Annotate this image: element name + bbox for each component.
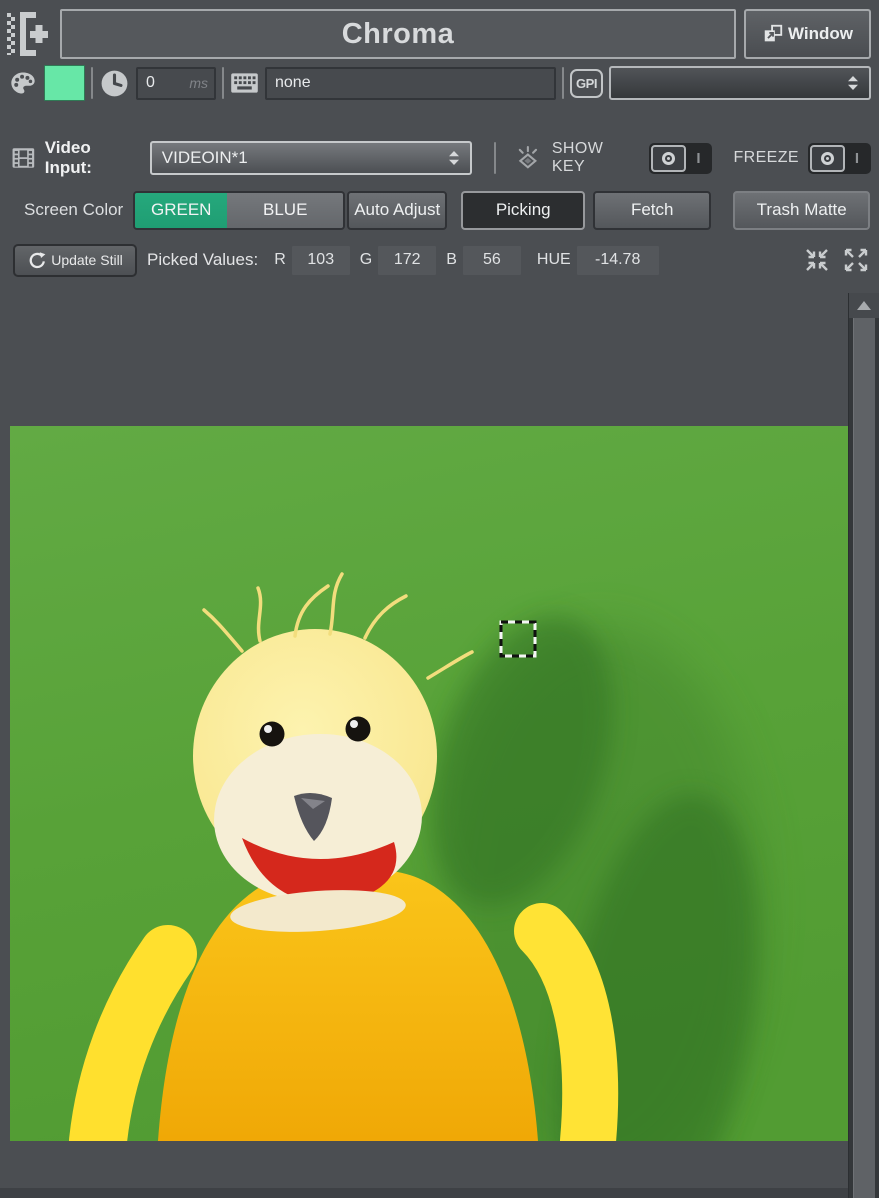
separator (494, 142, 496, 174)
g-label: G (360, 251, 372, 269)
show-key-toggle[interactable]: I (649, 143, 712, 174)
show-key-off-selected[interactable] (651, 145, 686, 172)
picked-values-label: Picked Values: (147, 250, 258, 270)
update-still-label: Update Still (51, 252, 123, 268)
collapse-arrows-icon (804, 247, 830, 273)
r-label: R (274, 251, 286, 269)
clock-icon (99, 68, 130, 99)
hue-label: HUE (537, 251, 571, 269)
hue-value: -14.78 (577, 246, 659, 275)
duration-field-wrap: ms (136, 67, 216, 100)
window-popout-icon (762, 23, 784, 45)
separator (222, 67, 224, 99)
freeze-label: FREEZE (733, 149, 799, 167)
film-strip-icon (10, 145, 37, 171)
page-title: Chroma (342, 18, 455, 51)
update-still-button[interactable]: Update Still (13, 244, 137, 277)
expand-arrows-icon (843, 247, 869, 273)
auto-adjust-button[interactable]: Auto Adjust (347, 191, 447, 230)
expand-view-button[interactable] (842, 247, 869, 274)
header: Chroma Window (6, 8, 871, 60)
toolbar-row: ms GPI (8, 65, 871, 101)
green-screen-scene (10, 426, 848, 1141)
window-button[interactable]: Window (744, 9, 871, 59)
separator (562, 67, 564, 99)
preset-dropdown[interactable] (609, 66, 871, 100)
r-value: 103 (292, 246, 350, 275)
blue-option[interactable]: BLUE (227, 193, 343, 228)
shortcut-input[interactable] (265, 67, 556, 100)
key-color-swatch[interactable] (44, 65, 85, 101)
gpi-button[interactable]: GPI (570, 69, 603, 98)
keyboard-icon (230, 71, 259, 95)
screen-color-label: Screen Color (24, 200, 123, 220)
show-key-on-option[interactable]: I (686, 150, 710, 167)
show-key-lamp-icon (514, 144, 542, 172)
palette-icon (8, 69, 38, 97)
video-preview[interactable] (10, 426, 848, 1141)
scrollbar-thumb[interactable] (853, 318, 875, 1198)
video-input-row: Video Input: VIDEOIN*1 SHOW KEY I FREEZE… (10, 138, 871, 178)
trash-matte-button[interactable]: Trash Matte (733, 191, 870, 230)
b-label: B (446, 251, 457, 269)
updown-arrows-icon (448, 150, 460, 166)
b-value: 56 (463, 246, 521, 275)
duration-input[interactable] (136, 67, 216, 100)
scrollbar-up-button[interactable] (849, 293, 879, 318)
show-key-label: SHOW KEY (552, 140, 641, 176)
effect-title-box: Chroma (60, 9, 736, 59)
refresh-icon (27, 250, 48, 271)
picking-button[interactable]: Picking (461, 191, 585, 230)
fetch-button[interactable]: Fetch (593, 191, 711, 230)
video-input-select[interactable]: VIDEOIN*1 (150, 141, 472, 175)
scroll-up-arrow-icon (857, 301, 871, 310)
toggle-off-icon (821, 152, 834, 165)
gpi-label: GPI (576, 76, 597, 91)
g-value: 172 (378, 246, 436, 275)
separator (91, 67, 93, 99)
screen-color-row: Screen Color GREEN BLUE Auto Adjust Pick… (24, 190, 871, 230)
vertical-scrollbar[interactable] (848, 293, 879, 1198)
screen-color-segmented: GREEN BLUE (133, 191, 345, 230)
collapse-view-button[interactable] (803, 247, 830, 274)
toggle-off-icon (662, 152, 675, 165)
panel-bottom-divider (0, 1188, 848, 1198)
freeze-off-selected[interactable] (810, 145, 845, 172)
updown-arrows-icon (847, 75, 859, 91)
insert-effect-icon[interactable] (6, 10, 50, 58)
window-button-label: Window (788, 24, 853, 44)
video-input-label: Video Input: (45, 138, 142, 178)
green-option[interactable]: GREEN (135, 193, 227, 228)
freeze-toggle[interactable]: I (808, 143, 871, 174)
picked-values-row: Update Still Picked Values: R 103 G 172 … (13, 243, 869, 277)
video-input-value: VIDEOIN*1 (162, 148, 248, 168)
freeze-on-option[interactable]: I (845, 150, 869, 167)
